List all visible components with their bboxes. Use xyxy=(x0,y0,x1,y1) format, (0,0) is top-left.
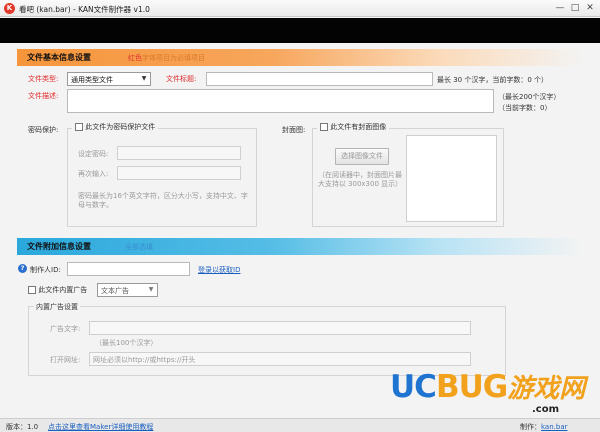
watermark-uc: UC xyxy=(390,369,437,405)
set-password-input[interactable] xyxy=(117,146,241,160)
file-desc-textarea[interactable] xyxy=(67,89,494,113)
open-url-input[interactable]: 网址必须以http://或https://开头 xyxy=(89,352,471,366)
ad-settings-title: 内置广告设置 xyxy=(34,302,80,312)
cover-checkbox[interactable] xyxy=(320,123,328,131)
open-url-label: 打开网址: xyxy=(50,356,81,364)
password-checkbox[interactable] xyxy=(75,123,83,131)
kan-app-icon: K xyxy=(4,3,15,14)
watermark-cn: 游戏网 xyxy=(507,374,586,404)
required-note-red: 红色 xyxy=(128,54,142,62)
password-hint: 密码最长为16个英文字符，区分大小写，支持中文、字母与数字。 xyxy=(78,192,248,209)
file-type-value: 通用类型文件 xyxy=(71,76,113,84)
help-icon[interactable]: ? xyxy=(18,264,27,273)
cover-label: 封面图: xyxy=(282,126,306,134)
status-bar: 版本：1.0 点击这里查看Maker详细使用教程 制作：kan.bar xyxy=(0,418,600,432)
optional-note: 全部选填 xyxy=(125,243,153,251)
file-title-label: 文件标题: xyxy=(166,75,197,83)
cover-hint: （在阅读器中，封面图片最大支持以 300x300 显示） xyxy=(317,171,403,188)
file-desc-hint-count: （当前字数：0） xyxy=(498,104,552,112)
extra-section-title: 文件附加信息设置 xyxy=(27,242,91,251)
ad-checkbox[interactable] xyxy=(28,286,36,294)
chevron-down-icon: ▼ xyxy=(141,75,147,82)
file-type-select[interactable]: 通用类型文件 ▼ xyxy=(67,72,151,86)
maximize-button[interactable]: □ xyxy=(568,2,582,14)
file-title-hint: 最长 30 个汉字，当前字数：0 个） xyxy=(437,76,549,84)
cover-checkbox-row[interactable]: 此文件有封面图像 xyxy=(317,122,390,132)
basic-section-header: 文件基本信息设置 红色字体项目为必填项目 xyxy=(17,49,583,66)
select-image-button[interactable]: 选择图像文件 xyxy=(335,148,389,165)
file-desc-label: 文件描述: xyxy=(28,92,59,100)
file-type-label: 文件类型: xyxy=(28,75,59,83)
ad-checkbox-row[interactable]: 此文件内置广告 xyxy=(28,285,87,295)
required-note: 字体项目为必填项目 xyxy=(142,54,205,62)
ad-type-value: 文本广告 xyxy=(101,287,129,295)
version-label: 版本：1.0 xyxy=(6,423,39,431)
reenter-password-label: 再次输入: xyxy=(78,170,109,178)
ad-text-hint: （最长100个汉字） xyxy=(95,339,158,347)
file-title-input[interactable] xyxy=(206,72,433,86)
ad-text-label: 广告文字: xyxy=(50,325,81,333)
ad-checkbox-label: 此文件内置广告 xyxy=(38,286,88,294)
basic-section-title: 文件基本信息设置 xyxy=(27,53,91,62)
watermark-bug: BUG xyxy=(435,369,508,405)
password-checkbox-label: 此文件为密码保护文件 xyxy=(85,123,156,131)
maker-credit: 制作：kan.bar xyxy=(520,423,568,431)
kan-bar-link[interactable]: kan.bar xyxy=(541,423,568,431)
close-button[interactable]: ✕ xyxy=(583,2,597,14)
set-password-label: 设定密码: xyxy=(78,150,109,158)
top-banner xyxy=(0,18,600,43)
minimize-button[interactable]: — xyxy=(553,2,567,14)
chevron-down-icon: ▼ xyxy=(148,286,154,293)
ad-text-input[interactable] xyxy=(89,321,471,335)
ucbug-watermark: UCBUG游戏网 xyxy=(390,368,585,405)
window-title: 看吧 (kan.bar) - KAN文件制作器 v1.0 xyxy=(19,5,150,14)
password-checkbox-row[interactable]: 此文件为密码保护文件 xyxy=(72,122,159,132)
watermark-com: .com xyxy=(532,404,560,415)
ad-type-select[interactable]: 文本广告 ▼ xyxy=(97,283,158,297)
password-label: 密码保护: xyxy=(28,126,59,134)
register-id-link[interactable]: 登录以获取ID xyxy=(198,265,240,275)
file-desc-hint-max: （最长200个汉字） xyxy=(498,93,561,101)
cover-preview xyxy=(406,135,497,222)
reenter-password-input[interactable] xyxy=(117,166,241,180)
maker-id-label: 制作人ID: xyxy=(30,266,61,274)
tutorial-link[interactable]: 点击这里查看Maker详细使用教程 xyxy=(48,422,153,432)
cover-checkbox-label: 此文件有封面图像 xyxy=(330,123,387,131)
maker-id-input[interactable] xyxy=(67,262,190,276)
extra-section-header: 文件附加信息设置 全部选填 xyxy=(17,238,583,255)
title-bar: K 看吧 (kan.bar) - KAN文件制作器 v1.0 — □ ✕ xyxy=(0,0,600,17)
